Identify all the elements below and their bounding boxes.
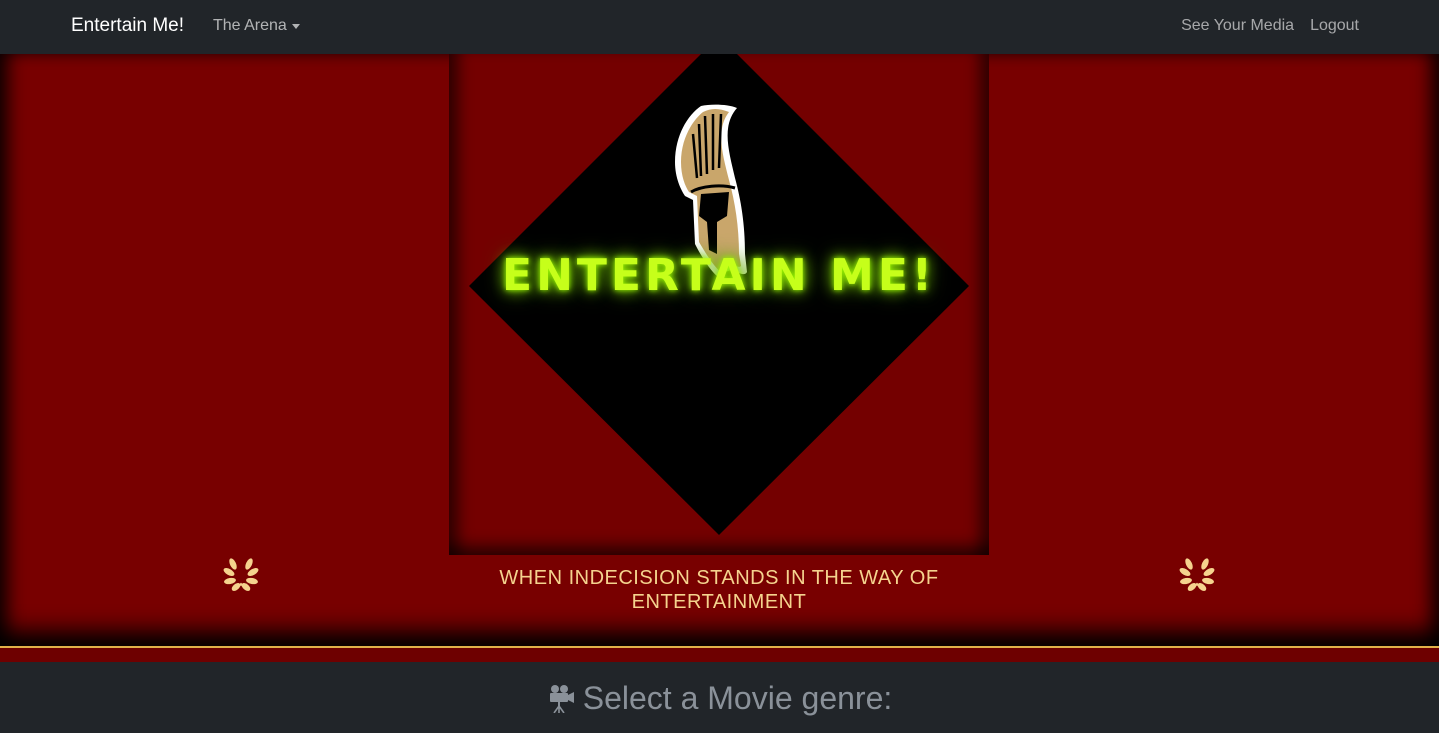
logo-diamond bbox=[469, 54, 969, 535]
tagline: WHEN INDECISION STANDS IN THE WAY OF ENT… bbox=[499, 567, 939, 613]
see-your-media-link[interactable]: See Your Media bbox=[1181, 16, 1294, 36]
laurel-wreath-icon-left bbox=[223, 558, 259, 591]
nav-right: See Your Media Logout bbox=[1181, 16, 1359, 36]
logo-panel: ENTERTAIN ME! bbox=[449, 54, 989, 555]
genre-heading: Select a Movie genre: bbox=[0, 678, 1439, 718]
genre-heading-text: Select a Movie genre: bbox=[582, 680, 893, 716]
brand-link[interactable]: Entertain Me! bbox=[71, 14, 184, 38]
caret-down-icon bbox=[291, 23, 300, 29]
logo-title: ENTERTAIN ME! bbox=[502, 250, 936, 301]
navbar: Entertain Me! The Arena See Your Media L… bbox=[0, 0, 1439, 54]
dropdown-label: The Arena bbox=[213, 17, 287, 34]
hero-banner: ENTERTAIN ME! WHEN INDECISION STANDS IN … bbox=[0, 54, 1439, 646]
logout-link[interactable]: Logout bbox=[1310, 16, 1359, 36]
the-arena-dropdown[interactable]: The Arena bbox=[213, 16, 300, 36]
red-band bbox=[0, 648, 1439, 662]
movie-camera-icon bbox=[549, 685, 574, 713]
laurel-wreath-icon-right bbox=[1179, 558, 1215, 591]
